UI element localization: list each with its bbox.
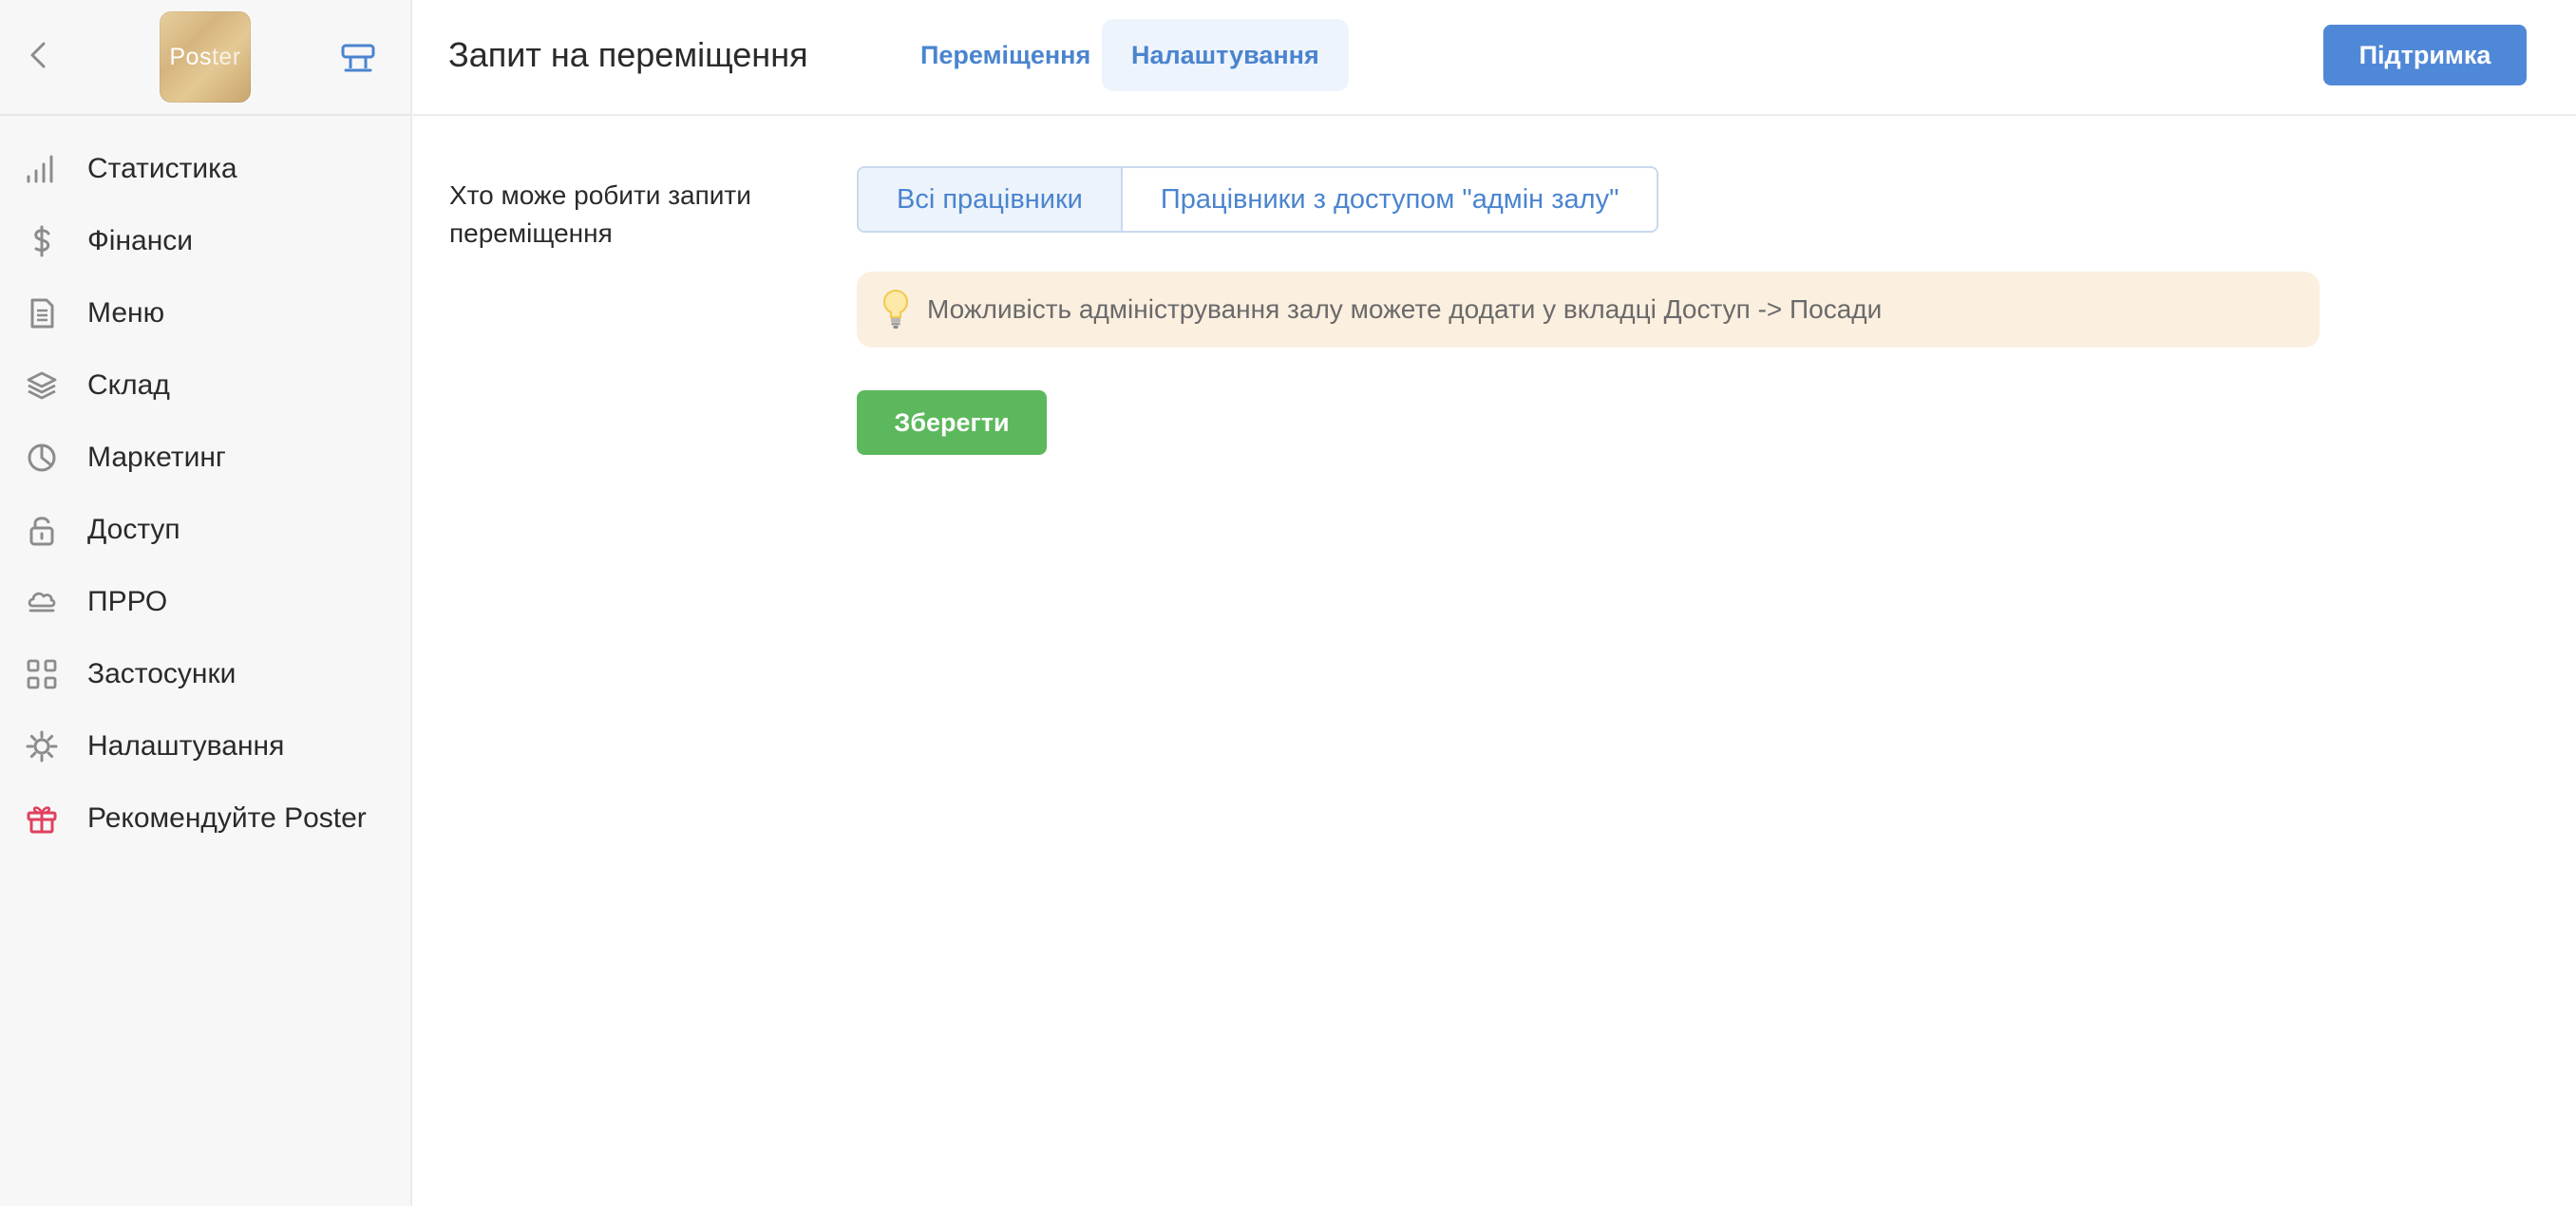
sidebar-item-apps[interactable]: Застосунки	[0, 638, 410, 710]
field-label: Хто може робити запити переміщення	[449, 180, 751, 248]
option-hall-admin-employees[interactable]: Працівники з доступом "адмін залу"	[1120, 168, 1657, 231]
sidebar-item-label: Меню	[87, 297, 165, 329]
sidebar-item-menu[interactable]: Меню	[0, 277, 410, 349]
terminal-icon	[341, 44, 375, 72]
sidebar-item-finance[interactable]: Фінанси	[0, 205, 410, 277]
page-header: Запит на переміщення Переміщення Налашту…	[412, 0, 2576, 116]
hint-text: Можливість адміністрування залу можете д…	[927, 294, 1883, 324]
sidebar-item-label: Статистика	[87, 153, 237, 184]
sidebar-item-label: Налаштування	[87, 730, 285, 762]
hint-banner: Можливість адміністрування залу можете д…	[857, 272, 2320, 348]
gear-icon	[26, 730, 58, 763]
sidebar-item-recommend[interactable]: Рекомендуйте Poster	[0, 782, 410, 855]
bar-chart-icon	[27, 155, 53, 183]
document-icon	[30, 298, 54, 329]
sidebar-item-storage[interactable]: Склад	[0, 349, 410, 422]
option-all-employees[interactable]: Всі працівники	[859, 168, 1121, 231]
dollar-icon	[34, 225, 50, 257]
sidebar-item-label: Склад	[87, 369, 170, 401]
sidebar-nav: Статистика Фінанси Меню Склад Маркетинг …	[0, 133, 410, 855]
sidebar-item-prro[interactable]: ПРРО	[0, 566, 410, 638]
sidebar-item-statistics[interactable]: Статистика	[0, 133, 410, 205]
chevron-left-icon	[30, 42, 46, 68]
sidebar-item-marketing[interactable]: Маркетинг	[0, 422, 410, 494]
sidebar-item-label: Фінанси	[87, 225, 194, 256]
layers-icon	[27, 371, 57, 400]
sidebar-item-label: Маркетинг	[87, 442, 226, 473]
poster-logo[interactable]: Poster	[160, 11, 251, 103]
cloud-icon	[28, 592, 56, 612]
save-button[interactable]: Зберегти	[857, 390, 1047, 455]
sidebar-item-settings[interactable]: Налаштування	[0, 710, 410, 782]
page-title: Запит на переміщення	[448, 35, 808, 74]
back-button[interactable]	[23, 36, 55, 74]
lock-icon	[29, 517, 54, 546]
sidebar-item-access[interactable]: Доступ	[0, 494, 410, 566]
lightbulb-icon	[883, 290, 908, 329]
tab-settings[interactable]: Налаштування	[1102, 19, 1349, 91]
gift-icon	[27, 806, 57, 834]
tab-transfers[interactable]: Переміщення	[891, 19, 1120, 91]
sidebar-item-label: ПРРО	[87, 586, 168, 617]
apps-grid-icon	[27, 659, 57, 689]
logo-text: Poster	[169, 43, 241, 70]
pos-terminal-button[interactable]	[338, 40, 378, 78]
sidebar-item-label: Доступ	[87, 514, 180, 545]
sidebar-item-label: Рекомендуйте Poster	[87, 802, 367, 834]
sidebar-header: Poster	[0, 0, 410, 116]
pie-chart-icon	[28, 443, 56, 472]
support-button[interactable]: Підтримка	[2323, 25, 2527, 85]
sidebar: Poster Статистика Фінанси Меню Склад Мар…	[0, 0, 412, 1206]
permission-toggle: Всі працівники Працівники з доступом "ад…	[857, 166, 1659, 233]
sidebar-item-label: Застосунки	[87, 658, 237, 689]
